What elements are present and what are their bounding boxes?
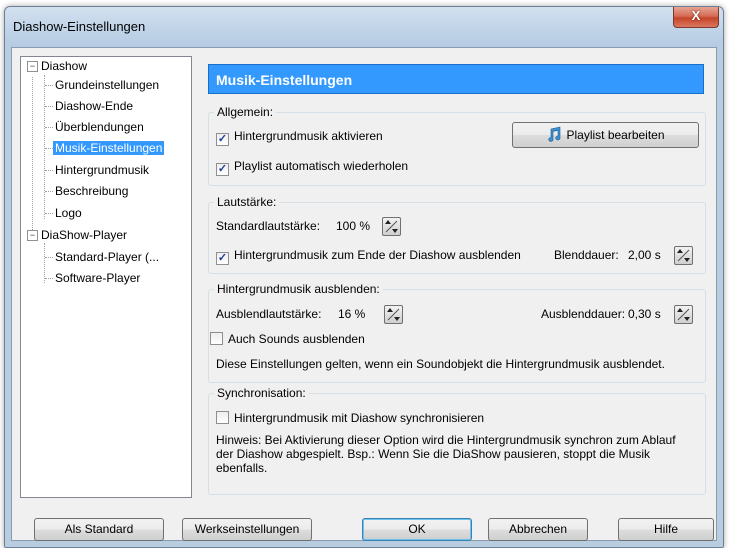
fade-duration-label: Ausblenddauer: — [541, 307, 626, 321]
fade-duration-value[interactable]: 0,30 s — [626, 305, 663, 323]
tree-item-beschreibung[interactable]: Beschreibung — [55, 182, 128, 200]
tree-line — [45, 148, 53, 149]
spinner-icon[interactable] — [674, 246, 693, 265]
tree-item-grundeinstellungen[interactable]: Grundeinstellungen — [55, 76, 159, 94]
tree-line — [45, 213, 53, 214]
checkbox-label: Playlist automatisch wiederholen — [234, 159, 409, 173]
tree-item-hintergrundmusik[interactable]: Hintergrundmusik — [55, 161, 149, 179]
fade-volume-value[interactable]: 16 % — [336, 305, 368, 323]
tree-node-diashow[interactable]: Diashow — [41, 57, 87, 75]
help-button[interactable]: Hilfe — [618, 518, 714, 541]
tree-item-software-player[interactable]: Software-Player — [55, 269, 140, 287]
spinner-icon[interactable] — [384, 305, 403, 324]
as-default-button[interactable]: Als Standard — [34, 518, 164, 541]
tree-line — [45, 85, 53, 86]
blend-duration-value[interactable]: 2,00 s — [626, 246, 663, 264]
close-button[interactable]: X — [673, 7, 719, 28]
collapse-icon[interactable]: − — [27, 230, 38, 241]
sync-hint-line: der Diashow abgespielt. Bsp.: Wenn Sie d… — [216, 447, 651, 461]
checkbox-check-icon: ✓ — [216, 252, 229, 265]
checkbox-box — [216, 411, 229, 424]
playlist-edit-button[interactable]: Playlist bearbeiten — [512, 122, 699, 148]
tree-item-ueberblendungen[interactable]: Überblendungen — [55, 118, 144, 136]
spinner-icon[interactable] — [382, 217, 401, 236]
window-title: Diashow-Einstellungen — [13, 19, 146, 34]
tree-item-selected-label: Musik-Einstellungen — [53, 141, 165, 155]
checkbox-label: Hintergrundmusik zum Ende der Diashow au… — [234, 248, 521, 262]
tree-line — [44, 243, 45, 283]
cancel-button[interactable]: Abbrechen — [488, 518, 588, 541]
tree-line — [45, 170, 53, 171]
music-note-icon — [548, 126, 561, 142]
tree-item-standard-player[interactable]: Standard-Player (... — [55, 248, 159, 266]
fade-volume-label: Ausblendlautstärke: — [216, 307, 322, 321]
dialog-window: Diashow-Einstellungen X − Diashow Grunde… — [4, 6, 724, 548]
blend-duration-label: Blenddauer: — [554, 248, 619, 262]
tree-line — [45, 106, 53, 107]
sync-hint-line: ebenfalls. — [216, 461, 268, 475]
tree-item-musik-einstellungen[interactable]: Musik-Einstellungen — [53, 139, 165, 157]
tree-line — [45, 278, 53, 279]
spinner-icon[interactable] — [674, 305, 693, 324]
tree-line — [32, 77, 33, 232]
fade-info-text: Diese Einstellungen gelten, wenn ein Sou… — [216, 357, 665, 371]
group-label-allgemein: Allgemein: — [214, 105, 277, 119]
checkbox-label: Hintergrundmusik mit Diashow synchronisi… — [234, 411, 485, 425]
standard-volume-label: Standardlautstärke: — [216, 219, 321, 233]
checkbox-label: Auch Sounds ausblenden — [228, 332, 365, 346]
factory-settings-button[interactable]: Werkseinstellungen — [182, 518, 312, 541]
tree-line — [45, 127, 53, 128]
group-label-sync: Synchronisation: — [214, 386, 309, 400]
tree-line — [45, 191, 53, 192]
group-label-ausblenden: Hintergrundmusik ausblenden: — [214, 282, 383, 296]
fade-end-checkbox[interactable]: ✓ Hintergrundmusik zum Ende der Diashow a… — [216, 247, 521, 265]
sync-hint-line: Hinweis: Bei Aktivierung dieser Option w… — [216, 433, 676, 447]
tree-line — [45, 257, 53, 258]
settings-tree[interactable]: − Diashow Grundeinstellungen Diashow-End… — [20, 56, 192, 498]
checkbox-check-icon: ✓ — [216, 163, 229, 176]
checkbox-box — [210, 332, 223, 345]
playlist-repeat-checkbox[interactable]: ✓ Playlist automatisch wiederholen — [216, 158, 409, 176]
playlist-edit-label: Playlist bearbeiten — [566, 128, 665, 142]
tree-node-diashow-player[interactable]: DiaShow-Player — [41, 226, 127, 244]
tree-line — [44, 75, 45, 219]
bg-music-enable-checkbox[interactable]: ✓ Hintergrundmusik aktivieren — [216, 128, 383, 146]
checkbox-check-icon: ✓ — [216, 133, 229, 146]
sync-hint-text: Hinweis: Bei Aktivierung dieser Option w… — [216, 433, 676, 475]
checkbox-label: Hintergrundmusik aktivieren — [234, 129, 383, 143]
group-label-lautstaerke: Lautstärke: — [214, 195, 280, 209]
title-bar[interactable]: Diashow-Einstellungen X — [5, 7, 723, 47]
ok-button[interactable]: OK — [362, 518, 472, 541]
sounds-fade-checkbox[interactable]: Auch Sounds ausblenden — [210, 331, 365, 347]
standard-volume-value[interactable]: 100 % — [334, 217, 373, 235]
tree-item-diashow-ende[interactable]: Diashow-Ende — [55, 97, 133, 115]
sync-checkbox[interactable]: Hintergrundmusik mit Diashow synchronisi… — [216, 410, 484, 426]
collapse-icon[interactable]: − — [27, 61, 38, 72]
section-header: Musik-Einstellungen — [208, 64, 704, 94]
tree-item-logo[interactable]: Logo — [55, 204, 82, 222]
dialog-client-area: − Diashow Grundeinstellungen Diashow-End… — [11, 47, 717, 541]
